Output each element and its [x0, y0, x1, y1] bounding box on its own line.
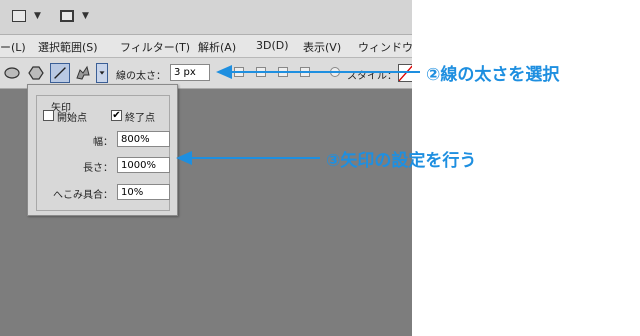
stroke-annotation-arrowhead — [216, 65, 232, 79]
arrow-settings-annotation-arrowhead — [176, 151, 192, 165]
stroke-width-annotation: ②線の太さを選択 — [426, 65, 560, 85]
annotation-arrows — [176, 65, 420, 165]
arrow-settings-annotation: ③矢印の設定を行う — [326, 151, 477, 171]
